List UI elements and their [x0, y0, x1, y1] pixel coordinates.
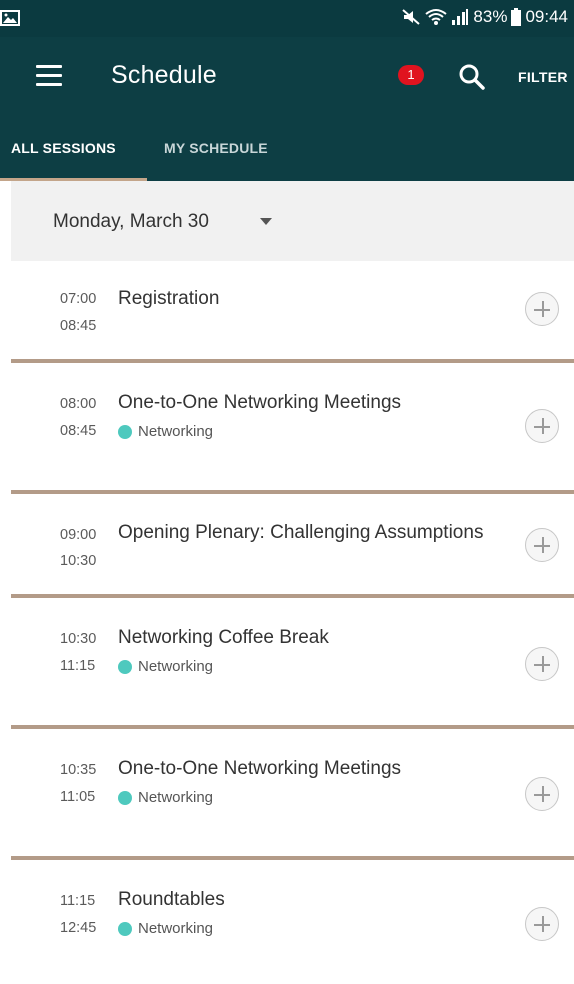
notification-badge[interactable]: 1	[398, 65, 424, 85]
add-to-schedule-button[interactable]	[525, 292, 559, 326]
session-title: One-to-One Networking Meetings	[118, 758, 402, 779]
session-end-time: 11:05	[60, 789, 96, 805]
session-row[interactable]: 11:15 12:45 Roundtables Networking	[11, 860, 574, 984]
session-title: One-to-One Networking Meetings	[118, 392, 402, 413]
status-icons: 83% 09:44	[401, 7, 568, 27]
session-start-time: 10:30	[60, 631, 97, 647]
dropdown-caret-icon	[260, 218, 272, 225]
session-tag: Networking	[118, 658, 213, 675]
session-start-time: 08:00	[60, 396, 97, 412]
status-bar: 83% 09:44	[0, 0, 574, 37]
session-end-time: 12:45	[60, 920, 97, 936]
session-tag-label: Networking	[138, 423, 214, 440]
add-to-schedule-button[interactable]	[525, 409, 559, 443]
session-end-time: 11:15	[60, 658, 96, 674]
networking-dot-icon	[118, 921, 132, 936]
session-tag: Networking	[118, 920, 213, 937]
app-bar: Schedule 1 FILTER	[11, 37, 574, 117]
session-tag: Networking	[118, 423, 213, 440]
session-row[interactable]: 08:00 08:45 One-to-One Networking Meetin…	[11, 363, 574, 490]
search-icon[interactable]	[458, 63, 486, 91]
signal-icon	[452, 9, 469, 25]
session-row[interactable]: 10:30 11:15 Networking Coffee Break Netw…	[11, 598, 574, 725]
battery-percent: 83%	[473, 7, 508, 26]
tab-all-sessions[interactable]: ALL SESSIONS	[11, 140, 116, 156]
status-time: 09:44	[525, 7, 568, 26]
date-label: Monday, March 30	[53, 211, 209, 232]
battery-icon	[511, 8, 522, 26]
session-row[interactable]: 10:35 11:05 One-to-One Networking Meetin…	[11, 729, 574, 856]
session-end-time: 08:45	[60, 318, 97, 334]
session-end-time: 10:30	[60, 553, 97, 569]
add-to-schedule-button[interactable]	[525, 907, 559, 941]
session-tag-label: Networking	[138, 920, 214, 937]
page-title: Schedule	[111, 61, 217, 89]
session-tag-label: Networking	[138, 789, 214, 806]
session-title: Networking Coffee Break	[118, 627, 329, 648]
add-to-schedule-button[interactable]	[525, 777, 559, 811]
date-selector[interactable]: Monday, March 30	[11, 181, 574, 261]
session-end-time: 08:45	[60, 423, 97, 439]
networking-dot-icon	[118, 424, 132, 439]
add-to-schedule-button[interactable]	[525, 647, 559, 681]
app-screen: 83% 09:44 Schedule 1 FILTER ALL SESSIONS…	[0, 0, 574, 984]
left-edge	[0, 0, 11, 984]
wifi-icon	[425, 9, 448, 25]
session-tag: Networking	[118, 789, 213, 806]
session-title: Registration	[118, 288, 220, 309]
networking-dot-icon	[118, 659, 132, 674]
session-start-time: 07:00	[60, 291, 97, 307]
hamburger-menu-icon[interactable]	[36, 65, 62, 87]
session-row[interactable]: 07:00 08:45 Registration	[11, 261, 574, 359]
session-start-time: 10:35	[60, 762, 97, 778]
session-start-time: 11:15	[60, 893, 96, 909]
tab-bar: ALL SESSIONS MY SCHEDULE	[0, 117, 574, 181]
session-start-time: 09:00	[60, 527, 97, 543]
networking-dot-icon	[118, 790, 132, 805]
session-title: Opening Plenary: Challenging Assumptions	[118, 522, 484, 543]
filter-button[interactable]: FILTER	[518, 69, 568, 85]
session-row[interactable]: 09:00 10:30 Opening Plenary: Challenging…	[11, 494, 574, 594]
session-tag-label: Networking	[138, 658, 214, 675]
add-to-schedule-button[interactable]	[525, 528, 559, 562]
tab-my-schedule[interactable]: MY SCHEDULE	[164, 140, 268, 156]
mute-icon	[402, 9, 421, 25]
session-title: Roundtables	[118, 889, 225, 910]
gallery-notification-icon	[0, 10, 20, 26]
